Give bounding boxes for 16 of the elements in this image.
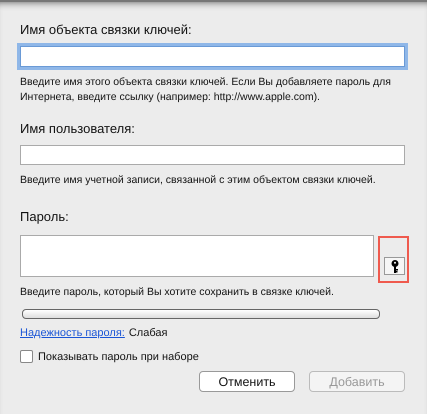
field-label: Имя объекта связки ключей: [20, 22, 193, 39]
input-field[interactable] [20, 46, 405, 67]
key-button[interactable] [384, 257, 405, 275]
strength-link[interactable]: Надежность пароля: [20, 327, 125, 339]
field-label: Имя пользователя: [20, 121, 136, 138]
help-text: Введите имя этого объекта связки ключей. Если Вы добавляете пароль для Интернета, введите ссылку (например: http://www.apple.com). [20, 75, 392, 105]
help-text: Введите пароль, который Вы хотите сохранить в связке ключей. [20, 285, 335, 300]
dialog-button[interactable]: Отменить [199, 371, 295, 392]
password-field[interactable] [20, 235, 374, 277]
help-text: Введите имя учетной записи, связанной с этим объектом связки ключей. [20, 173, 377, 188]
strength-value: Слабая [128, 327, 168, 339]
checkbox-label: Показывать пароль при наборе [38, 350, 199, 362]
input-field[interactable] [20, 145, 405, 165]
field-label: Пароль: [20, 209, 70, 226]
key-icon [390, 260, 398, 272]
checkbox[interactable] [20, 350, 33, 363]
